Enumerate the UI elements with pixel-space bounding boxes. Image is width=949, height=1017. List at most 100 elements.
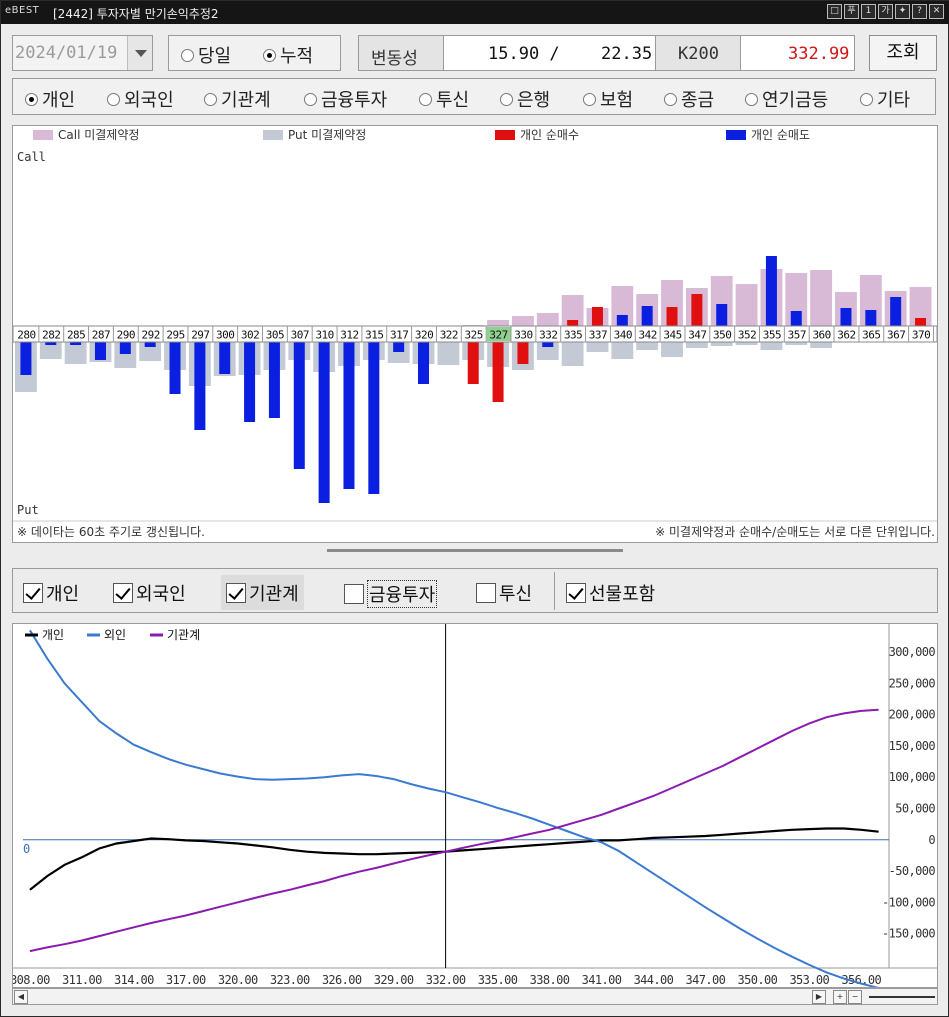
radio-cumulative-label: 누적 <box>280 46 314 67</box>
put-oi-bar <box>611 342 634 359</box>
zoom-out-icon[interactable]: − <box>848 990 862 1004</box>
net-sell-bar <box>244 342 256 422</box>
radio-dot-cumulative <box>263 48 276 62</box>
zoom-in-icon[interactable]: + <box>833 990 847 1004</box>
x-tick-label: 311.00 <box>62 973 102 987</box>
strike-label: 295 <box>166 329 184 342</box>
zoom-slider[interactable] <box>869 996 935 998</box>
investor-label: 연기금등 <box>762 90 829 111</box>
chevron-down-icon[interactable] <box>127 36 152 70</box>
net-sell-bar <box>343 342 355 489</box>
call-label: Call <box>17 150 46 164</box>
expiry-pnl-chart: 300,000 250,000 200,000 150,000 100,000 50,00… <box>12 623 938 988</box>
settings-icon[interactable]: ✦ <box>895 4 910 19</box>
investor-radio-other[interactable]: 기타 <box>860 86 910 112</box>
restore-icon[interactable]: □ <box>827 4 842 19</box>
strike-label: 370 <box>912 329 930 342</box>
investor-radio-individual[interactable]: 개인 <box>25 86 75 112</box>
window-title: [2442] 투자자별 만기손익추정2 <box>53 7 219 21</box>
scroll-right-icon[interactable]: ▶ <box>812 990 826 1004</box>
strike-label: 310 <box>315 329 333 342</box>
checkbox-label: 개인 <box>46 584 80 605</box>
net-sell-bar <box>169 342 181 394</box>
strike-label: 342 <box>638 329 656 342</box>
radio-dot <box>204 92 217 106</box>
y-tick-label: 300,000 <box>889 645 936 659</box>
checkbox-individual[interactable]: 개인 <box>23 580 79 606</box>
radio-today[interactable]: 당일 <box>181 42 231 68</box>
radio-cumulative[interactable]: 누적 <box>263 42 313 68</box>
investor-radio-financial[interactable]: 금융투자 <box>304 86 387 112</box>
investor-radio-bank[interactable]: 은행 <box>500 86 550 112</box>
legend-label: Put 미결제약정 <box>288 127 366 142</box>
k200-value-cell: 332.99 <box>740 35 855 71</box>
investor-label: 투신 <box>436 90 470 111</box>
net-sell-bar <box>865 310 877 326</box>
investor-radio-institution[interactable]: 기관계 <box>204 86 271 112</box>
checkbox-box <box>566 583 586 603</box>
radio-dot <box>583 92 596 106</box>
put-oi-bar <box>760 342 783 350</box>
investor-radio-merchant[interactable]: 종금 <box>664 86 714 112</box>
divider <box>554 572 555 610</box>
checkbox-foreign[interactable]: 외국인 <box>113 580 186 606</box>
put-oi-bar <box>710 342 733 346</box>
strike-label: 327 <box>489 329 507 342</box>
pin-icon[interactable]: 푸 <box>844 4 859 19</box>
investor-radio-insurance[interactable]: 보험 <box>583 86 633 112</box>
investor-radio-pension[interactable]: 연기금등 <box>745 86 828 112</box>
strike-label: 362 <box>837 329 855 342</box>
search-button[interactable]: 조회 <box>869 35 937 71</box>
note-left: ※ 데이타는 60초 주기로 갱신됩니다. <box>17 525 205 539</box>
x-tick-label: 338.00 <box>530 973 570 987</box>
put-oi-bar <box>661 342 683 357</box>
zero-label: 0 <box>23 842 30 856</box>
strike-label: 300 <box>216 329 234 342</box>
checkbox-trust[interactable]: 투신 <box>476 580 532 606</box>
investor-radio-trust[interactable]: 투신 <box>419 86 469 112</box>
net-sell-bar <box>318 342 330 503</box>
strike-label: 330 <box>514 329 532 342</box>
x-tick-label: 341.00 <box>582 973 622 987</box>
checkbox-institution[interactable]: 기관계 <box>221 575 304 610</box>
put-oi-bar <box>437 342 460 365</box>
font-icon[interactable]: 가 <box>878 4 893 19</box>
close-icon[interactable]: ✕ <box>929 4 944 19</box>
checkbox-label: 선물포함 <box>589 584 656 605</box>
legend-label: 개인 순매수 <box>520 128 579 142</box>
window-controls: □ 푸 1 가 ✦ ? ✕ <box>827 4 944 19</box>
legend-swatch <box>33 130 53 140</box>
strike-label: 290 <box>117 329 135 342</box>
net-sell-bar <box>890 297 902 326</box>
radio-today-label: 당일 <box>198 46 232 67</box>
radio-dot <box>664 92 677 106</box>
volatility-value-2: 22.35 <box>601 44 653 64</box>
strike-label: 335 <box>564 329 582 342</box>
panel-splitter[interactable] <box>327 549 623 552</box>
y-tick-label: -150,000 <box>882 927 935 941</box>
y-tick-label: -50,000 <box>889 864 936 878</box>
call-oi-bar <box>810 270 833 326</box>
strike-label: 285 <box>67 329 85 342</box>
checkbox-financial[interactable]: 금융투자 <box>344 580 438 608</box>
horizontal-scrollbar[interactable]: ◀ ▶ + − <box>12 988 938 1005</box>
help-icon[interactable]: ? <box>912 4 927 19</box>
call-oi-bar <box>512 316 534 326</box>
x-tick-label: 332.00 <box>426 973 466 987</box>
radio-dot <box>745 92 758 106</box>
y-tick-label: 50,000 <box>895 802 935 816</box>
net-buy-bar <box>915 318 927 326</box>
note-right: ※ 미결제약정과 순매수/순매도는 서로 다른 단위입니다. <box>655 524 935 539</box>
checkbox-include-futures[interactable]: 선물포함 <box>566 580 655 606</box>
net-sell-bar <box>641 306 653 326</box>
date-picker[interactable]: 2024/01/19 <box>12 35 153 71</box>
scroll-left-icon[interactable]: ◀ <box>14 990 28 1004</box>
series-line <box>29 629 879 987</box>
call-oi-bar <box>735 284 758 326</box>
strike-label: 365 <box>862 329 880 342</box>
investor-radio-foreign[interactable]: 외국인 <box>107 86 174 112</box>
net-sell-bar <box>20 342 32 375</box>
one-icon[interactable]: 1 <box>861 4 876 19</box>
volatility-label-cell: 변동성 <box>358 35 444 71</box>
checkbox-box <box>344 584 364 604</box>
